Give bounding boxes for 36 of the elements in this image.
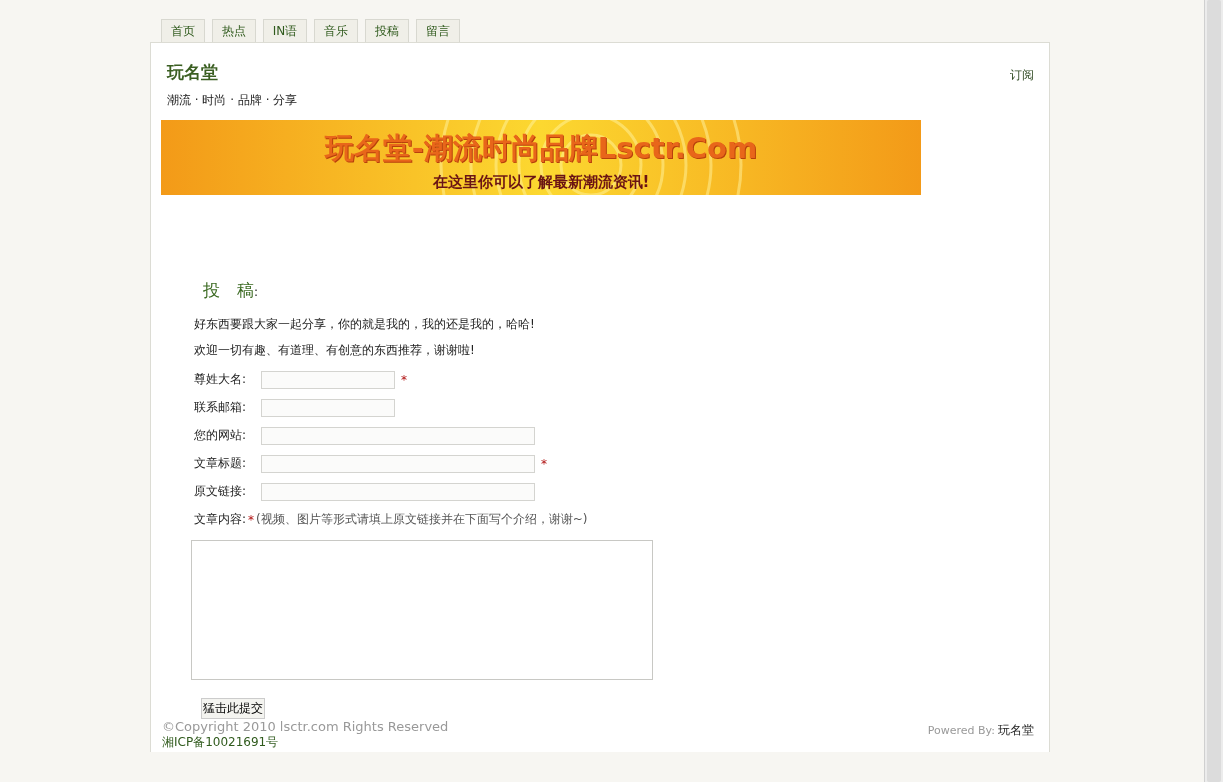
heading-colon: : bbox=[254, 285, 259, 299]
intro-text: 欢迎一切有趣、有道理、有创意的东西推荐，谢谢啦! bbox=[194, 342, 476, 359]
site-title: 玩名堂 bbox=[167, 61, 219, 84]
site-tagline: 潮流 · 时尚 · 品牌 · 分享 bbox=[167, 92, 298, 109]
nav-tab[interactable]: IN语 bbox=[263, 19, 307, 42]
content-textarea[interactable] bbox=[191, 540, 653, 680]
input-field[interactable] bbox=[261, 370, 395, 389]
nav-tab[interactable]: 首页 bbox=[161, 19, 205, 42]
field-label: 联系邮箱: bbox=[194, 399, 248, 416]
banner-subline: 在这里你可以了解最新潮流资讯! bbox=[432, 172, 650, 192]
subscribe-link[interactable]: 订阅 bbox=[1010, 67, 1034, 109]
nav-tab[interactable]: 热点 bbox=[212, 19, 256, 42]
required-mark: * bbox=[401, 372, 407, 387]
required-mark: * bbox=[541, 456, 547, 471]
input-field[interactable] bbox=[261, 426, 535, 445]
required-mark: * bbox=[248, 512, 255, 527]
intro-text: 好东西要跟大家一起分享，你的就是我的，我的还是我的，哈哈! bbox=[194, 316, 536, 333]
field-label: 您的网站: bbox=[194, 427, 248, 444]
field-hint: (视频、图片等形式请填上原文链接并在下面写个介绍，谢谢~) bbox=[256, 511, 588, 528]
copyright-text: ©Copyright 2010 lsctr.com Rights Reserved bbox=[162, 719, 449, 734]
submit-button[interactable]: 猛击此提交 bbox=[201, 698, 265, 719]
field-label: 文章标题: bbox=[194, 455, 248, 472]
icp-link[interactable]: 湘ICP备10021691号 bbox=[162, 734, 449, 751]
input-field[interactable] bbox=[261, 454, 535, 473]
input-field[interactable] bbox=[261, 398, 395, 417]
scrollbar[interactable] bbox=[1204, 0, 1223, 782]
nav-tab[interactable]: 音乐 bbox=[314, 19, 358, 42]
input-field[interactable] bbox=[261, 482, 535, 501]
powered-by-text: Powered By: bbox=[927, 724, 995, 737]
form-heading: 投 稿 bbox=[203, 279, 254, 302]
nav-tab[interactable]: 留言 bbox=[416, 19, 460, 42]
field-label: 原文链接: bbox=[194, 483, 248, 500]
field-label: 尊姓大名: bbox=[194, 371, 248, 388]
field-label: 文章内容: bbox=[194, 511, 247, 528]
powered-by-link[interactable]: 玩名堂 bbox=[998, 722, 1034, 739]
nav-tab[interactable]: 投稿 bbox=[365, 19, 409, 42]
